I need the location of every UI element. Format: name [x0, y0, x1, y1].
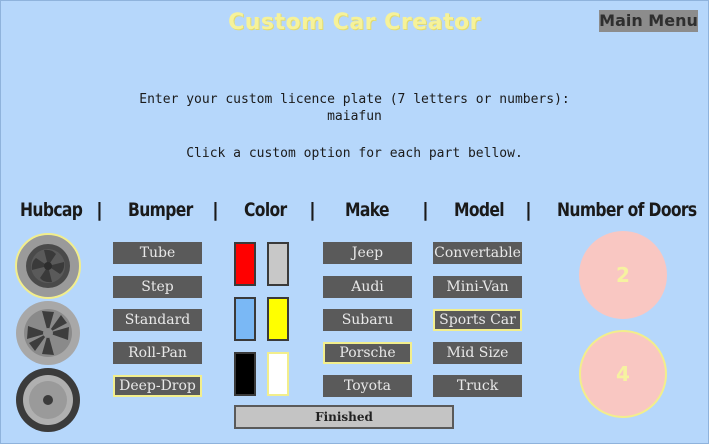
- make-option-porsche[interactable]: Porsche: [323, 342, 412, 364]
- plate-value[interactable]: maiafun: [0, 109, 709, 124]
- fan-hubcap-icon: [16, 301, 80, 365]
- spiral-hubcap-icon: [15, 233, 81, 299]
- make-option-toyota[interactable]: Toyota: [323, 375, 412, 397]
- model-option-mini-van[interactable]: Mini-Van: [433, 276, 522, 298]
- color-swatch-yellow[interactable]: [267, 297, 289, 341]
- header-separator: |: [525, 199, 532, 221]
- hubcap-option-3[interactable]: [14, 366, 82, 438]
- header-separator: |: [309, 199, 316, 221]
- header-hubcap: Hubcap: [20, 199, 83, 221]
- header-doors: Number of Doors: [557, 199, 697, 221]
- doors-option-2[interactable]: 2: [579, 231, 667, 319]
- color-swatch-red[interactable]: [234, 242, 256, 286]
- doors-option-4[interactable]: 4: [579, 330, 667, 418]
- color-swatch-gray[interactable]: [267, 242, 289, 286]
- header-separator: |: [422, 199, 429, 221]
- plate-prompt: Enter your custom licence plate (7 lette…: [139, 92, 570, 107]
- model-option-mid-size[interactable]: Mid Size: [433, 342, 522, 364]
- instruction-text: Click a custom option for each part bell…: [186, 146, 523, 161]
- plain-hubcap-icon: [16, 368, 80, 432]
- make-option-audi[interactable]: Audi: [323, 276, 412, 298]
- color-swatch-light-blue[interactable]: [234, 297, 256, 341]
- header-separator: |: [212, 199, 219, 221]
- make-option-jeep[interactable]: Jeep: [323, 242, 412, 264]
- bumper-option-standard[interactable]: Standard: [113, 309, 202, 331]
- color-swatch-white[interactable]: [267, 352, 289, 396]
- model-option-truck[interactable]: Truck: [433, 375, 522, 397]
- bumper-option-step[interactable]: Step: [113, 276, 202, 298]
- make-option-subaru[interactable]: Subaru: [323, 309, 412, 331]
- column-headers: Hubcap | Bumper | Color | Make | Model |…: [0, 199, 709, 227]
- main-menu-button[interactable]: Main Menu: [599, 10, 698, 32]
- header-model: Model: [454, 199, 505, 221]
- bumper-option-tube[interactable]: Tube: [113, 242, 202, 264]
- bumper-option-roll-pan[interactable]: Roll-Pan: [113, 342, 202, 364]
- header-color: Color: [244, 199, 287, 221]
- model-option-sports-car[interactable]: Sports Car: [433, 309, 522, 331]
- color-swatch-black[interactable]: [234, 352, 256, 396]
- header-bumper: Bumper: [128, 199, 193, 221]
- header-separator: |: [96, 199, 103, 221]
- bumper-option-deep-drop[interactable]: Deep-Drop: [113, 375, 202, 397]
- model-option-convertable[interactable]: Convertable: [433, 242, 522, 264]
- header-make: Make: [345, 199, 390, 221]
- hubcap-option-2[interactable]: [14, 299, 82, 371]
- finished-button[interactable]: Finished: [234, 405, 454, 429]
- hubcap-option-1[interactable]: [14, 232, 82, 304]
